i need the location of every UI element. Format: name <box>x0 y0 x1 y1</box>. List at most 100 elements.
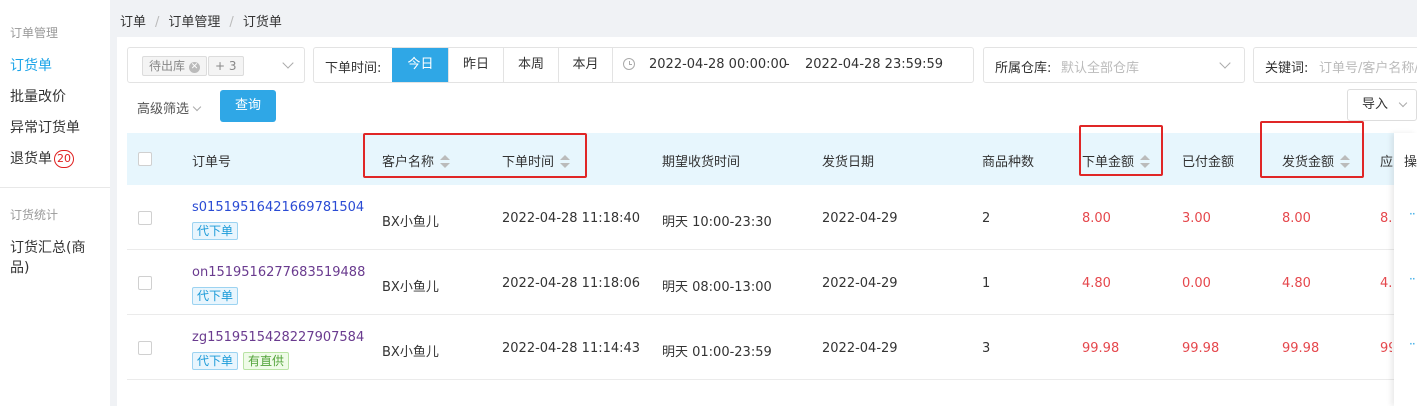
sidebar-item-label: 订货汇总(商 <box>10 240 86 256</box>
row-checkbox[interactable] <box>138 276 152 290</box>
ship-date: 2022-04-29 <box>822 276 898 291</box>
ship-amount: 4.80 <box>1282 276 1311 291</box>
customer-name: BX小鱼儿 <box>382 280 439 295</box>
ship-amount: 99.98 <box>1282 341 1320 356</box>
ops-column: 操 ·· ·· ·· <box>1394 133 1417 406</box>
sidebar-item-orders[interactable]: 订货单 <box>10 55 52 75</box>
table-row[interactable]: on1519516277683519488 代下单 BX小鱼儿 2022-04-… <box>127 250 1417 315</box>
more-icon[interactable]: ·· <box>1409 207 1416 221</box>
sidebar: 订单管理 订货单 批量改价 异常订货单 退货单 20 订货统计 订货汇总(商 品) <box>0 0 110 406</box>
order-amount: 4.80 <box>1082 276 1111 291</box>
expected-time: 明天 08:00-13:00 <box>662 280 772 295</box>
sku-count: 3 <box>982 341 991 356</box>
warehouse-select[interactable]: 所属仓库: 默认全部仓库 <box>983 47 1245 83</box>
order-amount: 99.98 <box>1082 341 1120 356</box>
status-select[interactable]: 待出库 ✕ + 3 <box>127 47 305 83</box>
chevron-down-icon <box>282 57 294 69</box>
due-amount: 8.0 <box>1380 211 1392 226</box>
close-icon[interactable]: ✕ <box>189 62 201 73</box>
date-start-input[interactable]: 2022-04-28 00:00:00 <box>649 57 787 72</box>
main-panel: 待出库 ✕ + 3 下单时间: 今日 昨日 本周 本月 2022-04-28 00… <box>117 37 1417 406</box>
sidebar-item-label: 退货单 <box>10 151 52 167</box>
select-all-checkbox[interactable] <box>138 152 152 166</box>
chevron-down-icon <box>192 102 202 112</box>
col-sku-count: 商品种数 <box>982 155 1035 170</box>
query-button[interactable]: 查询 <box>220 90 276 122</box>
table-row[interactable]: s01519516421669781504 代下单 BX小鱼儿 2022-04-… <box>127 185 1417 250</box>
order-time: 2022-04-28 11:18:40 <box>502 211 641 226</box>
row-checkbox[interactable] <box>138 341 152 355</box>
breadcrumb-separator: / <box>229 15 234 30</box>
order-time-label: 下单时间: <box>325 61 382 76</box>
row-checkbox[interactable] <box>138 211 152 225</box>
keyword-input[interactable]: 订单号/客户名称/ <box>1319 57 1417 76</box>
sku-count: 1 <box>982 276 991 291</box>
breadcrumb-separator: / <box>155 15 160 30</box>
order-number-link[interactable]: on1519516277683519488 <box>192 265 365 280</box>
table-row[interactable]: zg1519515428227907584 代下单 有直供 BX小鱼儿 2022… <box>127 315 1417 380</box>
paid-amount: 99.98 <box>1182 341 1220 356</box>
order-time: 2022-04-28 11:14:43 <box>502 341 641 356</box>
sidebar-group-order-management: 订单管理 <box>10 26 59 40</box>
chevron-down-icon <box>1398 98 1408 108</box>
returns-count-badge: 20 <box>54 150 74 168</box>
warehouse-label: 所属仓库: <box>995 61 1052 76</box>
date-end-input[interactable]: 2022-04-28 23:59:59 <box>805 57 943 72</box>
order-time: 2022-04-28 11:18:06 <box>502 276 641 291</box>
clock-icon <box>623 58 635 70</box>
warehouse-placeholder: 默认全部仓库 <box>1061 61 1140 76</box>
ship-date: 2022-04-29 <box>822 211 898 226</box>
customer-name: BX小鱼儿 <box>382 215 439 230</box>
tag-direct-supply: 有直供 <box>243 352 290 370</box>
sidebar-group-order-stats: 订货统计 <box>10 208 59 222</box>
col-paid-amount: 已付金额 <box>1182 155 1235 170</box>
time-segment-yesterday[interactable]: 昨日 <box>448 48 503 82</box>
breadcrumb-item[interactable]: 订单管理 <box>168 15 220 30</box>
expected-time: 明天 01:00-23:59 <box>662 345 772 360</box>
time-segment-today[interactable]: 今日 <box>392 48 448 82</box>
sidebar-item-order-summary[interactable]: 订货汇总(商 品) <box>10 238 85 278</box>
breadcrumb: 订单 / 订单管理 / 订货单 <box>120 11 282 30</box>
status-tag-label: 待出库 <box>149 59 186 73</box>
sidebar-item-batch-price[interactable]: 批量改价 <box>10 86 66 106</box>
chevron-down-icon <box>1219 57 1231 69</box>
keyword-search: 关键词: 订单号/客户名称/ <box>1253 47 1417 83</box>
time-segment-this-week[interactable]: 本周 <box>503 48 558 82</box>
table-header: 订单号 客户名称 下单时间 期望收货时间 发货日期 商品种数 下单金额 已付金额… <box>127 133 1417 185</box>
keyword-label: 关键词: <box>1265 61 1309 76</box>
tag-proxy-order: 代下单 <box>192 222 239 240</box>
col-due-amount: 应 <box>1380 155 1394 170</box>
order-number-link[interactable]: zg1519515428227907584 <box>192 330 364 345</box>
tag-proxy-order: 代下单 <box>192 352 239 370</box>
date-range-separator: - <box>785 57 790 72</box>
due-amount: 4.8 <box>1380 276 1392 291</box>
order-time-filter: 下单时间: 今日 昨日 本周 本月 2022-04-28 00:00:00 - … <box>313 47 974 83</box>
ship-amount: 8.00 <box>1282 211 1311 226</box>
col-expected-time: 期望收货时间 <box>662 155 741 170</box>
order-number-link[interactable]: s01519516421669781504 <box>192 200 364 215</box>
sidebar-item-abnormal-orders[interactable]: 异常订货单 <box>10 117 80 137</box>
import-button[interactable]: 导入 <box>1347 89 1417 121</box>
time-segment-this-month[interactable]: 本月 <box>558 48 613 82</box>
sidebar-item-label: 品) <box>10 260 30 276</box>
ship-date: 2022-04-29 <box>822 341 898 356</box>
sku-count: 2 <box>982 211 991 226</box>
highlight-box-order-amount <box>1079 125 1163 176</box>
highlight-box-ship-amount <box>1260 121 1364 178</box>
sidebar-divider <box>0 187 110 188</box>
due-amount: 99 <box>1380 341 1392 356</box>
col-ops: 操 <box>1404 155 1417 170</box>
col-order-no: 订单号 <box>192 155 232 170</box>
sidebar-item-returns[interactable]: 退货单 20 <box>10 148 74 168</box>
advanced-filter-label: 高级筛选 <box>137 102 190 117</box>
status-tag: 待出库 ✕ <box>142 56 208 76</box>
more-icon[interactable]: ·· <box>1409 272 1416 286</box>
breadcrumb-item: 订货单 <box>242 15 282 30</box>
breadcrumb-item[interactable]: 订单 <box>120 15 146 30</box>
tag-proxy-order: 代下单 <box>192 287 239 305</box>
col-ship-date: 发货日期 <box>822 155 875 170</box>
paid-amount: 3.00 <box>1182 211 1211 226</box>
expected-time: 明天 10:00-23:30 <box>662 215 772 230</box>
advanced-filter-toggle[interactable]: 高级筛选 <box>137 98 202 117</box>
more-icon[interactable]: ·· <box>1409 337 1416 351</box>
